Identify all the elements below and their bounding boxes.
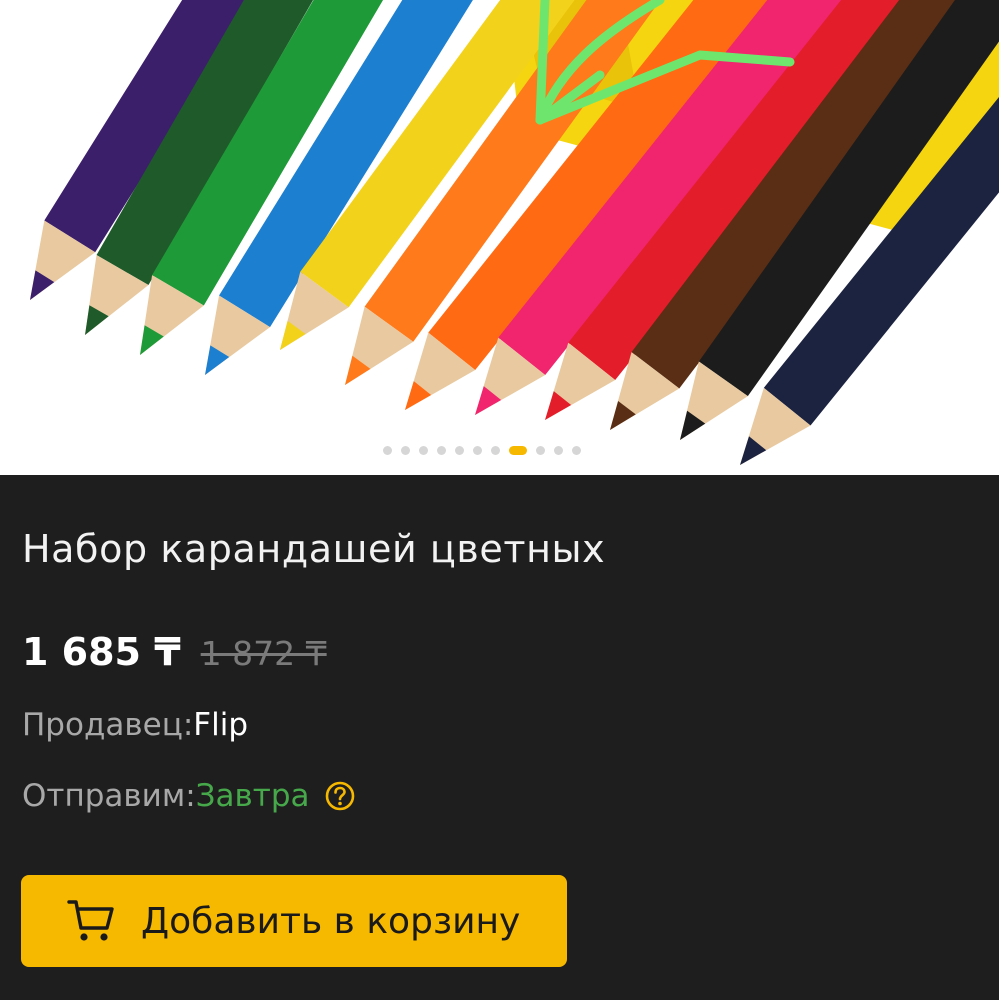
gallery-dot[interactable] — [436, 445, 446, 455]
gallery-dot[interactable] — [571, 445, 581, 455]
shipping-date: Завтра — [195, 778, 310, 814]
product-title: Набор карандашей цветных — [22, 527, 606, 571]
seller-label: Продавец: — [22, 707, 194, 743]
cart-icon — [67, 898, 115, 944]
shipping-label: Отправим: — [22, 778, 196, 814]
product-photo — [30, 0, 999, 465]
shipping-row: Отправим: Завтра — [22, 778, 356, 814]
gallery-dot[interactable] — [382, 445, 392, 455]
question-circle-icon[interactable] — [324, 780, 356, 812]
add-to-cart-button[interactable]: Добавить в корзину — [21, 875, 567, 967]
price-row: 1 685 ₸ 1 872 ₸ — [22, 630, 327, 674]
gallery-dot[interactable] — [490, 445, 500, 455]
product-image-gallery[interactable] — [0, 0, 999, 475]
gallery-dot[interactable] — [553, 445, 563, 455]
gallery-dot[interactable] — [508, 445, 527, 455]
seller-name[interactable]: Flip — [193, 707, 248, 743]
old-price: 1 872 ₸ — [200, 634, 327, 673]
gallery-dot[interactable] — [400, 445, 410, 455]
product-info: Набор карандашей цветных 1 685 ₸ 1 872 ₸… — [0, 475, 999, 1000]
gallery-dot[interactable] — [535, 445, 545, 455]
gallery-dot[interactable] — [454, 445, 464, 455]
add-to-cart-label: Добавить в корзину — [141, 900, 521, 942]
current-price: 1 685 ₸ — [22, 630, 181, 674]
gallery-pagination[interactable] — [0, 444, 981, 456]
gallery-dot[interactable] — [418, 445, 428, 455]
seller-row: Продавец: Flip — [22, 707, 248, 743]
gallery-dot[interactable] — [472, 445, 482, 455]
